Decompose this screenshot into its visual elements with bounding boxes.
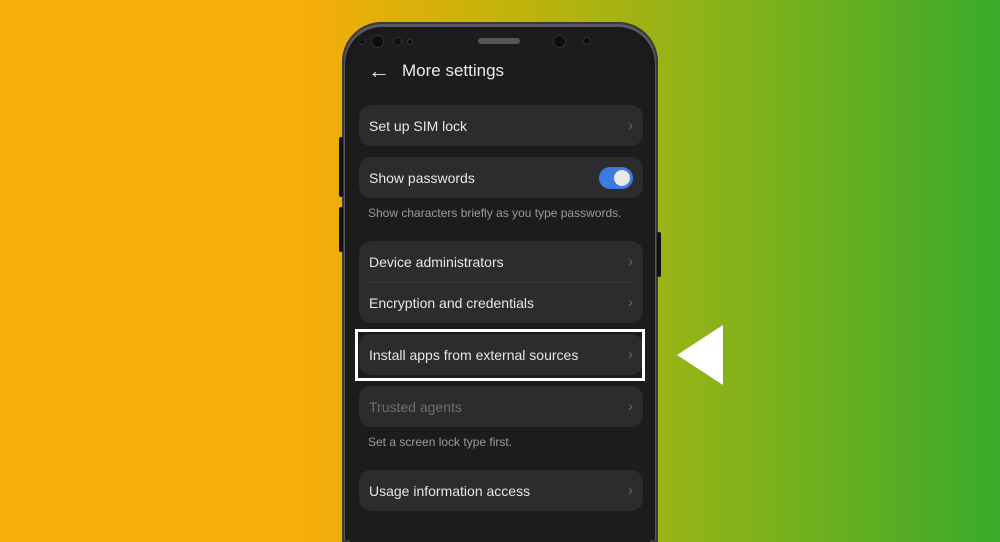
sensor-icon [394,38,401,45]
show-passwords-card: Show passwords [359,157,643,198]
header: ← More settings [368,60,504,82]
sensor-icon [408,40,412,44]
chevron-right-icon: › [628,117,633,134]
chevron-right-icon: › [628,253,633,270]
item-label: Set up SIM lock [369,117,468,134]
trusted-agents-item: Trusted agents › [359,386,643,427]
admin-card: Device administrators › Encryption and c… [359,241,643,323]
screen: ← More settings Set up SIM lock › Show p… [350,32,650,542]
page-title: More settings [402,61,505,80]
toggle-knob [614,169,630,186]
highlight-box [355,329,645,381]
item-label: Trusted agents [369,398,462,415]
camera-icon [372,36,383,47]
chevron-right-icon: › [628,398,633,415]
chevron-right-icon: › [628,482,633,499]
front-camera-icon [554,36,565,47]
show-passwords-note: Show characters briefly as you type pass… [368,206,622,220]
sensor-icon [584,38,590,44]
show-passwords-item[interactable]: Show passwords [359,157,643,198]
usage-information-access-item[interactable]: Usage information access › [359,470,643,511]
item-label: Usage information access [369,482,531,499]
pointer-arrow-icon [677,325,723,385]
set-up-sim-lock-item[interactable]: Set up SIM lock › [359,105,643,146]
chevron-right-icon: › [628,294,633,311]
sensor-icon [360,39,365,44]
trusted-agents-card: Trusted agents › [359,386,643,427]
earpiece-speaker [478,38,520,44]
volume-button [339,137,343,197]
power-button [657,232,661,277]
item-label: Encryption and credentials [369,294,534,311]
trusted-agents-note: Set a screen lock type first. [368,435,513,449]
device-administrators-item[interactable]: Device administrators › [359,241,643,282]
usage-access-card: Usage information access › [359,470,643,511]
bixby-button [339,207,343,252]
phone-frame: ← More settings Set up SIM lock › Show p… [339,22,661,542]
item-label: Show passwords [369,169,475,186]
item-label: Device administrators [369,253,504,270]
show-passwords-toggle[interactable] [599,166,633,189]
encryption-credentials-item[interactable]: Encryption and credentials › [359,282,643,323]
arrow-left-icon[interactable]: ← [368,60,390,82]
sim-lock-card: Set up SIM lock › [359,105,643,146]
